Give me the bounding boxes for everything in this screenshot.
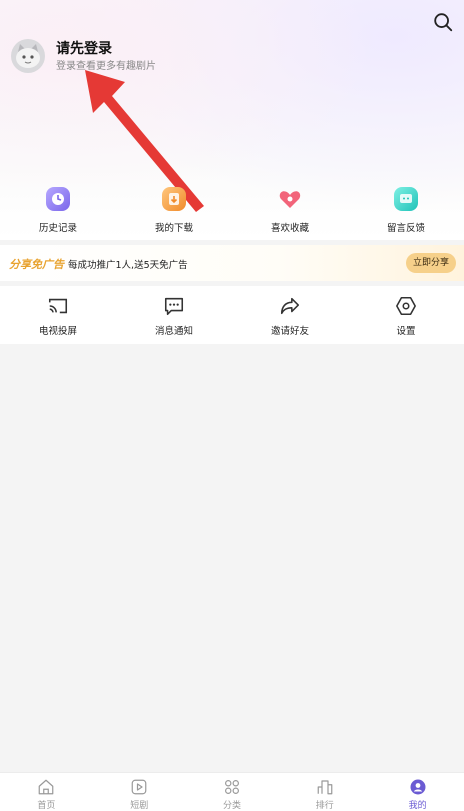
tab-profile[interactable]: 我的 xyxy=(371,773,464,811)
tools-panel: 电视投屏 消息通知 邀请好友 设置 xyxy=(0,286,464,344)
share-now-button[interactable]: 立即分享 xyxy=(406,253,456,273)
message-icon xyxy=(164,297,184,316)
login-title[interactable]: 请先登录 xyxy=(56,38,112,58)
heart-icon xyxy=(278,187,302,211)
tab-category[interactable]: 分类 xyxy=(186,773,279,811)
tab-ranking-label: 排行 xyxy=(315,801,334,811)
tab-short-drama-label: 短剧 xyxy=(130,801,149,811)
notifications-label: 消息通知 xyxy=(154,326,193,337)
tab-short-drama[interactable]: 短剧 xyxy=(93,773,186,811)
bottom-tab-bar: 首页 短剧 分类 排行 我的 xyxy=(0,772,464,811)
download-label: 我的下载 xyxy=(154,223,193,234)
download-button[interactable]: 我的下载 xyxy=(116,182,232,240)
settings-label: 设置 xyxy=(396,326,416,337)
home-icon xyxy=(39,779,54,795)
tv-cast-button[interactable]: 电视投屏 xyxy=(0,286,116,344)
tab-home[interactable]: 首页 xyxy=(0,773,93,811)
tab-category-label: 分类 xyxy=(222,801,241,811)
tv-cast-label: 电视投屏 xyxy=(38,326,77,337)
share-promo-banner[interactable]: 分享免广告 每成功推广1人,送5天免广告 立即分享 xyxy=(0,245,464,281)
category-icon xyxy=(225,780,239,794)
invite-friends-button[interactable]: 邀请好友 xyxy=(232,286,348,344)
avatar[interactable] xyxy=(11,39,45,73)
settings-icon xyxy=(396,296,416,316)
tab-profile-label: 我的 xyxy=(408,801,427,811)
download-icon xyxy=(162,187,186,211)
notifications-button[interactable]: 消息通知 xyxy=(116,286,232,344)
history-label: 历史记录 xyxy=(38,223,77,234)
tab-home-label: 首页 xyxy=(37,801,56,811)
play-icon xyxy=(131,779,147,795)
favorites-label: 喜欢收藏 xyxy=(270,223,309,234)
promo-title: 分享免广告 xyxy=(9,258,64,271)
profile-icon xyxy=(410,779,426,795)
history-button[interactable]: 历史记录 xyxy=(0,182,116,240)
invite-friends-label: 邀请好友 xyxy=(270,326,309,337)
settings-button[interactable]: 设置 xyxy=(348,286,464,344)
search-icon[interactable] xyxy=(432,11,454,33)
feedback-icon xyxy=(394,187,418,211)
ranking-icon xyxy=(317,780,333,795)
favorites-button[interactable]: 喜欢收藏 xyxy=(232,182,348,240)
feedback-button[interactable]: 留言反馈 xyxy=(348,182,464,240)
cast-icon xyxy=(48,298,68,314)
history-icon xyxy=(46,187,70,211)
feedback-label: 留言反馈 xyxy=(386,223,425,234)
share-icon xyxy=(280,297,300,315)
login-subtitle: 登录查看更多有趣剧片 xyxy=(56,61,156,72)
quick-actions: 历史记录 我的下载 喜欢收藏 留言反馈 xyxy=(0,182,464,240)
tab-ranking[interactable]: 排行 xyxy=(278,773,371,811)
promo-text: 每成功推广1人,送5天免广告 xyxy=(68,260,188,271)
